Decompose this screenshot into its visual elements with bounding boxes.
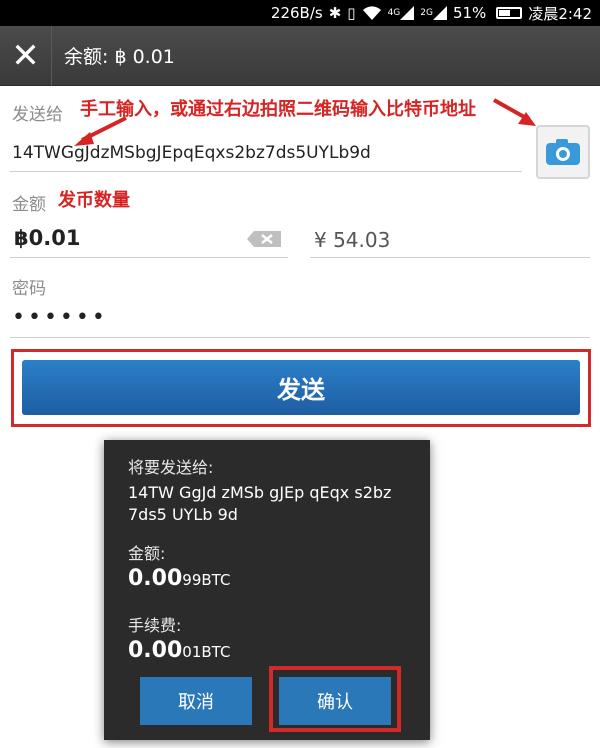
- dialog-amount-value: 0.0099BTC: [128, 566, 230, 591]
- battery-percent: 51%: [452, 4, 487, 22]
- send-button[interactable]: 发送: [22, 360, 580, 415]
- network-speed: 226B/s: [270, 4, 323, 22]
- send-to-annotation: 手工输入，或通过右边拍照二维码输入比特币地址: [80, 99, 476, 120]
- battery-icon: [496, 7, 523, 19]
- password-label: 密码: [12, 279, 46, 299]
- cancel-button[interactable]: 取消: [140, 677, 252, 725]
- dialog-address-line2: 7ds5 UYLb 9d: [128, 505, 238, 524]
- clock: 凌晨2:42: [528, 4, 592, 23]
- close-button[interactable]: ✕: [0, 25, 52, 86]
- confirm-button[interactable]: 确认: [279, 677, 391, 725]
- password-input[interactable]: ••••••: [12, 305, 108, 330]
- backspace-icon: [247, 231, 281, 247]
- status-bar: 226B/s ✱ ▯ 4G 2G 51% 凌晨2:42: [0, 0, 600, 26]
- send-button-highlight: 发送: [11, 349, 591, 427]
- dialog-fee-unit: BTC: [201, 643, 231, 661]
- dialog-amount-label: 金额:: [128, 544, 166, 563]
- dialog-amount-main: 0.00: [128, 566, 183, 591]
- signal-2g-icon: 2G: [420, 6, 447, 20]
- amount-label: 金额: [12, 195, 46, 215]
- address-underline: [10, 171, 522, 172]
- signal-4g-icon: 4G: [388, 6, 415, 20]
- password-underline: [10, 337, 590, 338]
- amount-cny-input[interactable]: ¥ 54.03: [314, 228, 390, 252]
- vibrate-icon: ▯: [347, 4, 356, 22]
- dialog-fee-label: 手续费:: [128, 616, 182, 635]
- bluetooth-icon: ✱: [328, 4, 342, 22]
- amount-annotation: 发币数量: [58, 190, 130, 211]
- dialog-amount-tail: 99: [182, 571, 202, 589]
- dialog-address-line1: 14TW GgJd zMSb gJEp qEqx s2bz: [128, 483, 392, 502]
- annotation-arrow-right-icon: [493, 98, 536, 126]
- dialog-fee-value: 0.0001BTC: [128, 638, 230, 663]
- send-to-label: 发送给: [12, 105, 63, 125]
- top-bar: ✕ 余额: ฿ 0.01: [0, 25, 600, 86]
- dialog-address: 14TW GgJd zMSb gJEp qEqx s2bz 7ds5 UYLb …: [128, 482, 418, 526]
- amount-btc-input[interactable]: ฿0.01: [14, 226, 80, 250]
- address-input[interactable]: 14TWGgJdzMSbgJEpqEqxs2bz7ds5UYLb9d: [12, 143, 371, 163]
- balance-title: 余额: ฿ 0.01: [64, 46, 175, 68]
- amount-btc-underline: [10, 257, 288, 258]
- scan-qr-button[interactable]: [536, 125, 590, 179]
- dialog-to-label: 将要发送给:: [128, 458, 214, 477]
- confirm-dialog: 将要发送给: 14TW GgJd zMSb gJEp qEqx s2bz 7ds…: [104, 440, 430, 740]
- dialog-fee-tail: 01: [182, 643, 202, 661]
- close-icon: ✕: [11, 35, 40, 76]
- wifi-icon: [362, 5, 382, 21]
- camera-icon: [546, 139, 580, 165]
- dialog-fee-main: 0.00: [128, 638, 183, 663]
- amount-cny-underline: [310, 257, 590, 258]
- clear-amount-button[interactable]: [246, 230, 282, 248]
- dialog-amount-unit: BTC: [201, 571, 231, 589]
